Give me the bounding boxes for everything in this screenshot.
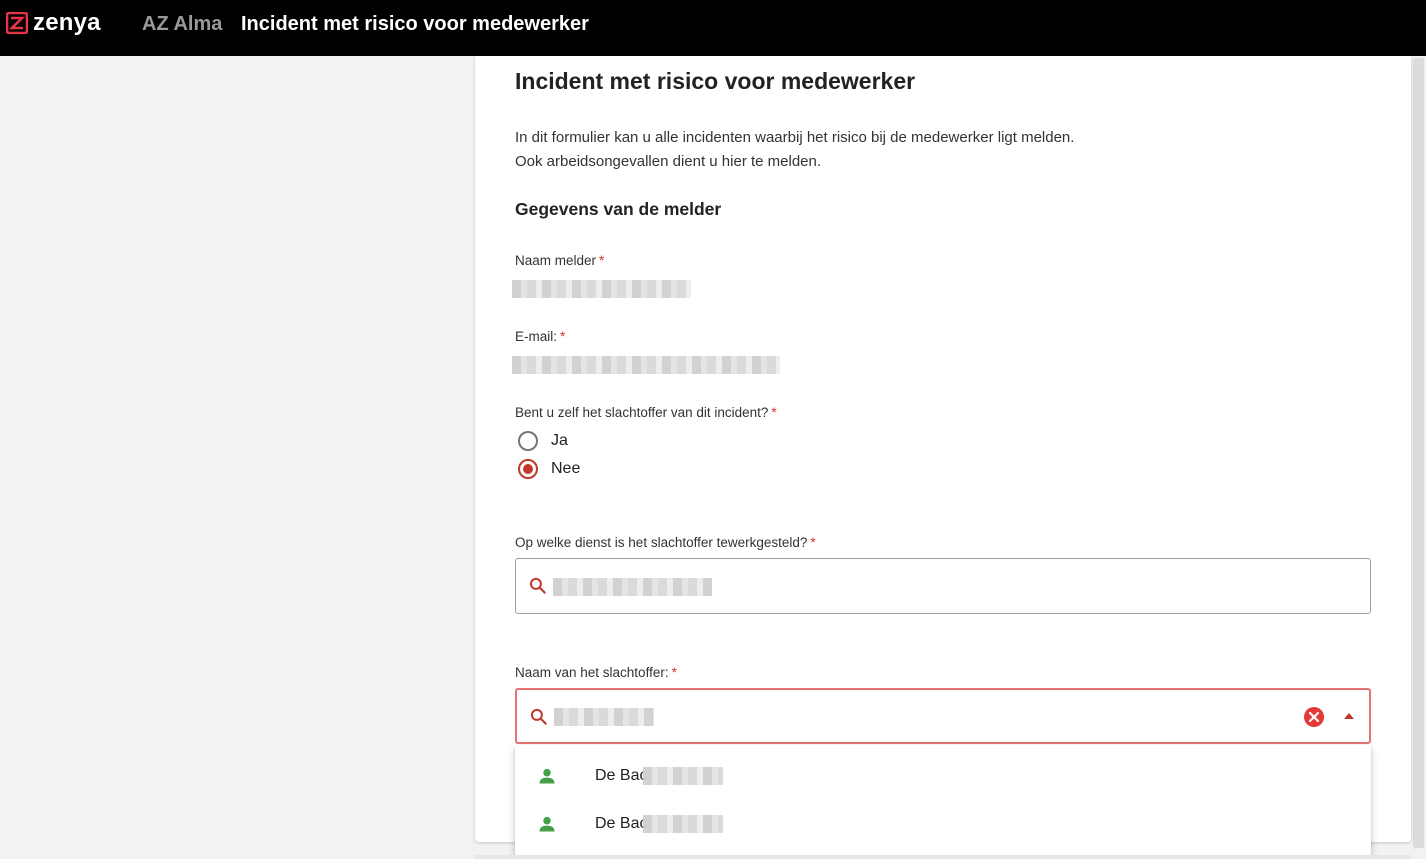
next-card-edge [475, 855, 1411, 859]
email-value-redacted [512, 356, 780, 374]
caret-up-icon[interactable] [1343, 712, 1355, 720]
required-marker: * [810, 535, 816, 550]
form-title: Incident met risico voor medewerker [515, 68, 916, 94]
reporter-name-label: Naam melder * [515, 253, 605, 268]
required-marker: * [560, 329, 566, 344]
radio-ja[interactable] [518, 431, 538, 451]
radio-option-ja[interactable]: Ja [518, 431, 568, 451]
intro-line-1: In dit formulier kan u alle incidenten w… [515, 129, 1075, 146]
suggestion-label[interactable]: De Bac [595, 815, 647, 833]
email-label: E-mail: * [515, 329, 566, 344]
victim-suggestions-dropdown: De Bac De Bac [515, 745, 1371, 856]
search-icon [529, 577, 546, 594]
radio-nee[interactable] [518, 459, 538, 479]
suggestion-value-redacted [643, 815, 723, 833]
scrollbar-thumb[interactable] [1413, 58, 1424, 848]
form-intro: In dit formulier kan u alle incidenten w… [515, 126, 1074, 174]
zenya-logo[interactable]: zenya [6, 9, 101, 36]
reporter-name-value-redacted [512, 280, 691, 298]
clear-icon[interactable] [1303, 706, 1325, 728]
top-bar: zenya AZ Alma Incident met risico voor m… [0, 0, 1426, 56]
radio-ja-label[interactable]: Ja [551, 432, 568, 450]
suggestion-value-redacted [643, 767, 723, 785]
required-marker: * [599, 253, 605, 268]
department-label: Op welke dienst is het slachtoffer tewer… [515, 535, 816, 550]
victim-name-search-input[interactable] [515, 688, 1371, 744]
person-icon [539, 768, 555, 784]
required-marker: * [671, 665, 677, 680]
radio-nee-label[interactable]: Nee [551, 460, 580, 478]
suggestion-label[interactable]: De Bac [595, 767, 647, 785]
victim-name-value-redacted [554, 708, 654, 726]
header-title: Incident met risico voor medewerker [241, 13, 589, 35]
suggestion-item[interactable]: De Bac [515, 752, 1371, 800]
suggestion-item[interactable]: De Bac [515, 800, 1371, 848]
victim-name-label: Naam van het slachtoffer: * [515, 665, 677, 680]
logo-text: zenya [33, 9, 101, 36]
search-icon [530, 708, 547, 725]
required-marker: * [771, 405, 777, 420]
victim-self-label: Bent u zelf het slachtoffer van dit inci… [515, 405, 777, 420]
person-icon [539, 816, 555, 832]
department-search-input[interactable] [515, 558, 1371, 614]
radio-option-nee[interactable]: Nee [518, 459, 580, 479]
zenya-logo-icon [6, 12, 28, 34]
section-title: Gegevens van de melder [515, 199, 722, 219]
intro-line-2: Ook arbeidsongevallen dient u hier te me… [515, 153, 822, 170]
organization-name[interactable]: AZ Alma [142, 13, 222, 36]
department-value-redacted [553, 578, 712, 596]
